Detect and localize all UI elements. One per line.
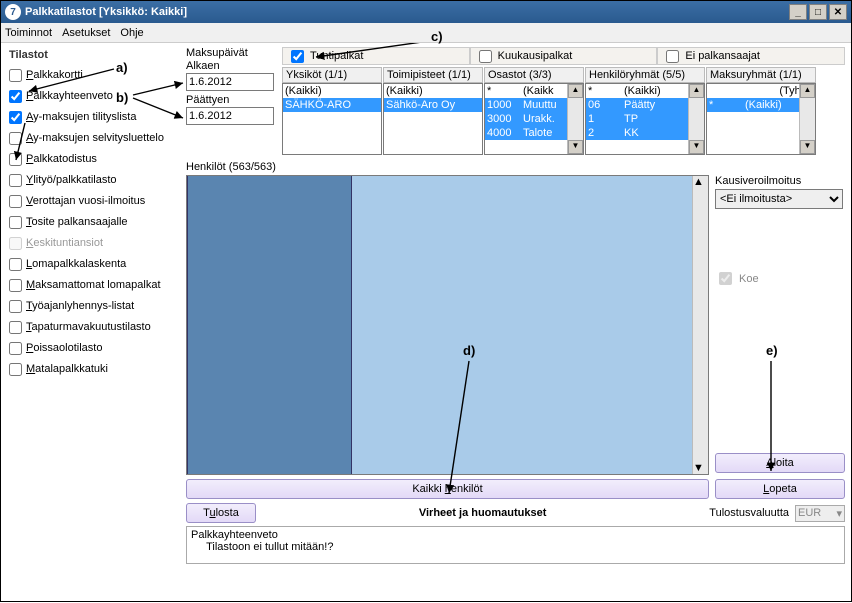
sidebar-label-11: Työajanlyhennys-listat <box>26 300 134 313</box>
sidebar-label-6: Verottajan vuosi-ilmoitus <box>26 195 145 208</box>
sidebar-checkbox-3[interactable] <box>9 132 22 145</box>
koe-label: Koe <box>739 273 759 285</box>
app-icon: 7 <box>5 4 21 20</box>
filter-ei-palkansaajat[interactable]: Ei palkansaajat <box>657 47 845 65</box>
sidebar-label-7: Tosite palkansaajalle <box>26 216 128 229</box>
selection-box <box>187 176 352 475</box>
sidebar-item-12[interactable]: Tapaturmavakuutustilasto <box>9 321 178 334</box>
lopeta-button[interactable]: Lopeta <box>715 479 845 499</box>
koe-checkbox <box>719 272 732 285</box>
sidebar-item-8[interactable]: Keskituntiansiot <box>9 237 178 250</box>
scroll-down-icon[interactable]: ▼ <box>689 140 704 154</box>
kausi-select[interactable]: <Ei ilmoitusta> <box>715 189 843 209</box>
sidebar-label-12: Tapaturmavakuutustilasto <box>26 321 151 334</box>
sidebar-item-13[interactable]: Poissaolotilasto <box>9 342 178 355</box>
sidebar-checkbox-1[interactable] <box>9 90 22 103</box>
sidebar-item-3[interactable]: Ay-maksujen selvitysluettelo <box>9 132 178 145</box>
maximize-button[interactable]: □ <box>809 4 827 20</box>
sidebar-label-14: Matalapalkkatuki <box>26 363 108 376</box>
alkaen-label: Alkaen <box>186 60 276 72</box>
kausi-label: Kausiveroilmoitus <box>715 175 845 187</box>
scroll-up-icon[interactable]: ▲ <box>689 84 704 98</box>
sidebar-label-10: Maksamattomat lomapalkat <box>26 279 161 292</box>
sidebar-item-10[interactable]: Maksamattomat lomapalkat <box>9 279 178 292</box>
chevron-down-icon: ▾ <box>836 507 842 520</box>
paattyen-input[interactable] <box>186 107 274 125</box>
menubar: Toiminnot Asetukset Ohje <box>1 23 851 43</box>
sidebar-item-7[interactable]: Tosite palkansaajalle <box>9 216 178 229</box>
sidebar-item-1[interactable]: Palkkayhteenveto <box>9 90 178 103</box>
sidebar-label-0: Palkkakortti <box>26 69 83 82</box>
kuukausipalkat-checkbox[interactable] <box>479 50 492 63</box>
sidebar-label-3: Ay-maksujen selvitysluettelo <box>26 132 164 145</box>
henkilot-canvas[interactable]: ▲ ▼ <box>186 175 709 475</box>
menu-asetukset[interactable]: Asetukset <box>62 27 110 39</box>
sidebar-item-5[interactable]: Ylityö/palkkatilasto <box>9 174 178 187</box>
sidebar-checkbox-10[interactable] <box>9 279 22 292</box>
sidebar-item-2[interactable]: Ay-maksujen tilityslista <box>9 111 178 124</box>
aloita-button[interactable]: Aloita <box>715 453 845 473</box>
scroll-up-icon[interactable]: ▲ <box>568 84 583 98</box>
tuntipalkat-checkbox[interactable] <box>291 50 304 63</box>
tulosta-button[interactable]: Tulosta <box>186 503 256 523</box>
sidebar-checkbox-11[interactable] <box>9 300 22 313</box>
sidebar-label-2: Ay-maksujen tilityslista <box>26 111 136 124</box>
scroll-up-icon[interactable]: ▲ <box>800 84 815 98</box>
sidebar-label-4: Palkkatodistus <box>26 153 97 166</box>
menu-toiminnot[interactable]: Toiminnot <box>5 27 52 39</box>
sidebar-item-9[interactable]: Lomapalkkalaskenta <box>9 258 178 271</box>
date-range: Maksupäivät Alkaen Päättyen <box>186 47 276 155</box>
filter-kuukausipalkat[interactable]: Kuukausipalkat <box>470 47 658 65</box>
sidebar-item-0[interactable]: Palkkakortti <box>9 69 178 82</box>
sidebar-checkbox-13[interactable] <box>9 342 22 355</box>
sidebar-checkbox-6[interactable] <box>9 195 22 208</box>
sidebar-item-4[interactable]: Palkkatodistus <box>9 153 178 166</box>
errors-heading: Virheet ja huomautukset <box>262 507 703 519</box>
sidebar-label-8: Keskituntiansiot <box>26 237 103 250</box>
sidebar-checkbox-9[interactable] <box>9 258 22 271</box>
sidebar: Tilastot Palkkakortti Palkkayhteenveto Ay-… <box>1 43 186 601</box>
kaikki-henkilot-button[interactable]: Kaikki henkilöt <box>186 479 709 499</box>
sidebar-label-13: Poissaolotilasto <box>26 342 102 355</box>
filter-yksikot[interactable]: Yksiköt (1/1) (Kaikki) SÄHKÖ-ARO <box>282 67 382 155</box>
message-box: Palkkayhteenveto Tilastoon ei tullut mit… <box>186 526 845 564</box>
sidebar-checkbox-12[interactable] <box>9 321 22 334</box>
filter-maksuryhmat[interactable]: Maksuryhmät (1/1) (Tyhjä) *(Kaikki) ▲▼ <box>706 67 816 155</box>
filter-henkiloryhmat[interactable]: Henkilöryhmät (5/5) *(Kaikki) 06Päätty 1… <box>585 67 705 155</box>
scroll-down-icon[interactable]: ▼ <box>568 140 583 154</box>
sidebar-label-1: Palkkayhteenveto <box>26 90 113 103</box>
henkilot-title: Henkilöt (563/563) <box>186 161 709 173</box>
sidebar-checkbox-8 <box>9 237 22 250</box>
filter-osastot[interactable]: Osastot (3/3) *(Kaikk 1000Muuttu 3000Ura… <box>484 67 584 155</box>
sidebar-checkbox-5[interactable] <box>9 174 22 187</box>
date-header: Maksupäivät <box>186 47 276 59</box>
sidebar-label-9: Lomapalkkalaskenta <box>26 258 126 271</box>
paattyen-label: Päättyen <box>186 94 276 106</box>
titlebar: 7 Palkkatilastot [Yksikkö: Kaikki] _ □ ✕ <box>1 1 851 23</box>
sidebar-checkbox-7[interactable] <box>9 216 22 229</box>
sidebar-item-14[interactable]: Matalapalkkatuki <box>9 363 178 376</box>
currency-box[interactable]: EUR▾ <box>795 505 845 522</box>
scroll-down-icon[interactable]: ▼ <box>800 140 815 154</box>
minimize-button[interactable]: _ <box>789 4 807 20</box>
sidebar-checkbox-4[interactable] <box>9 153 22 166</box>
sidebar-checkbox-2[interactable] <box>9 111 22 124</box>
sidebar-checkbox-0[interactable] <box>9 69 22 82</box>
sidebar-item-6[interactable]: Verottajan vuosi-ilmoitus <box>9 195 178 208</box>
sidebar-label-5: Ylityö/palkkatilasto <box>26 174 117 187</box>
scroll-down-icon[interactable]: ▼ <box>693 462 708 474</box>
sidebar-heading: Tilastot <box>9 49 178 61</box>
alkaen-input[interactable] <box>186 73 274 91</box>
tulostusvaluutta-label: Tulostusvaluutta <box>709 507 789 519</box>
close-button[interactable]: ✕ <box>829 4 847 20</box>
scroll-up-icon[interactable]: ▲ <box>693 176 708 188</box>
sidebar-checkbox-14[interactable] <box>9 363 22 376</box>
window-title: Palkkatilastot [Yksikkö: Kaikki] <box>25 6 789 18</box>
filter-toimipisteet[interactable]: Toimipisteet (1/1) (Kaikki) Sähkö-Aro Oy <box>383 67 483 155</box>
sidebar-item-11[interactable]: Työajanlyhennys-listat <box>9 300 178 313</box>
filter-tuntipalkat[interactable]: Tuntipalkat <box>282 47 470 65</box>
ei-palkansaajat-checkbox[interactable] <box>666 50 679 63</box>
menu-ohje[interactable]: Ohje <box>120 27 143 39</box>
